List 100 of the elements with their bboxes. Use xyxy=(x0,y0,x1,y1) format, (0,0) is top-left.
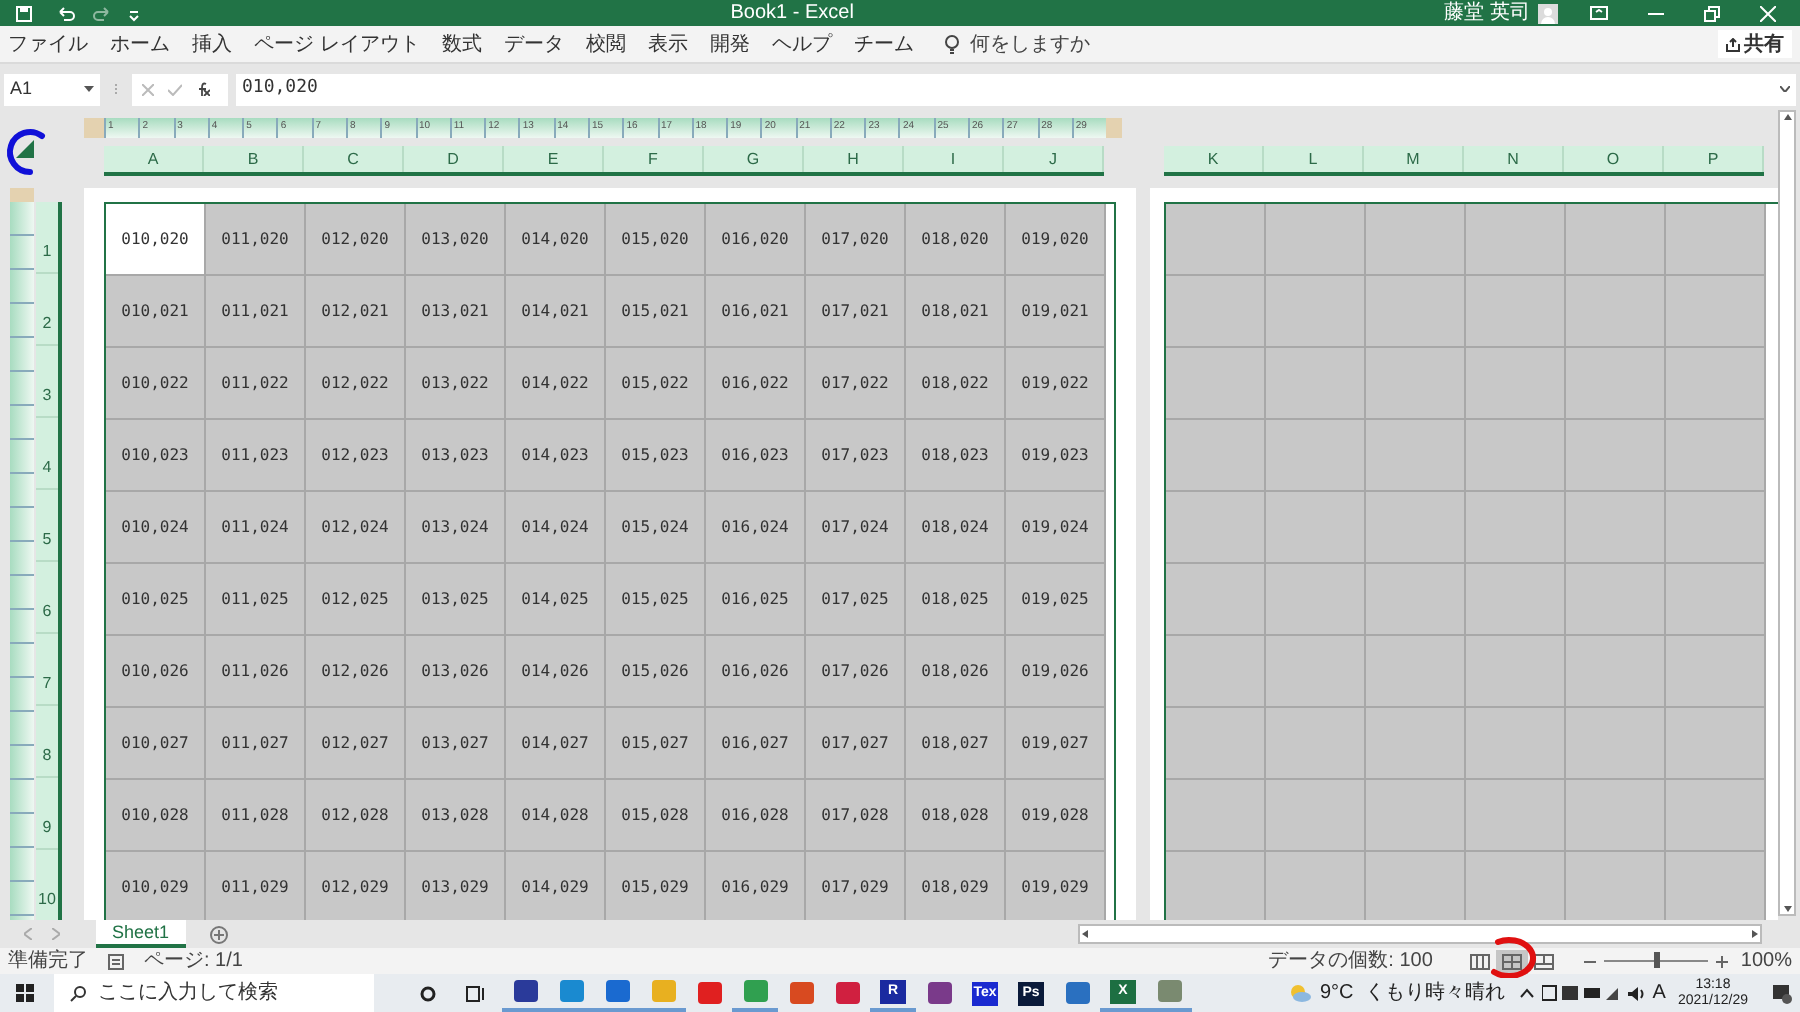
customize-icon[interactable] xyxy=(128,5,140,21)
tell-me-field[interactable]: 何をしますか xyxy=(969,29,1090,59)
column-header[interactable]: M xyxy=(1364,146,1464,172)
share-button[interactable]: 共有 xyxy=(1718,30,1792,58)
table-cell[interactable]: 016,022 xyxy=(706,348,806,420)
table-cell[interactable]: 014,025 xyxy=(506,564,606,636)
table-cell[interactable] xyxy=(1366,492,1466,564)
table-cell[interactable] xyxy=(1666,276,1766,348)
notification-icon[interactable] xyxy=(1772,983,1792,1003)
function-icon[interactable] xyxy=(196,82,210,96)
column-header[interactable]: E xyxy=(504,146,604,172)
table-cell[interactable] xyxy=(1266,276,1366,348)
table-cell[interactable]: 015,027 xyxy=(606,708,706,780)
table-cell[interactable] xyxy=(1366,276,1466,348)
row-header[interactable]: 6 xyxy=(36,562,58,634)
table-cell[interactable] xyxy=(1366,564,1466,636)
table-cell[interactable] xyxy=(1566,276,1666,348)
table-cell[interactable] xyxy=(1666,564,1766,636)
table-cell[interactable] xyxy=(1566,780,1666,852)
row-header[interactable]: 9 xyxy=(36,778,58,850)
table-cell[interactable] xyxy=(1466,708,1566,780)
table-cell[interactable]: 016,020 xyxy=(706,204,806,276)
table-cell[interactable] xyxy=(1566,564,1666,636)
table-cell[interactable]: 010,025 xyxy=(106,564,206,636)
table-cell[interactable] xyxy=(1666,780,1766,852)
table-cell[interactable]: 019,021 xyxy=(1006,276,1106,348)
table-cell[interactable] xyxy=(1166,564,1266,636)
table-cell[interactable]: 018,025 xyxy=(906,564,1006,636)
table-cell[interactable]: 015,028 xyxy=(606,780,706,852)
table-cell[interactable]: 012,028 xyxy=(306,780,406,852)
table-cell[interactable]: 014,027 xyxy=(506,708,606,780)
table-cell[interactable]: 012,022 xyxy=(306,348,406,420)
table-cell[interactable]: 015,026 xyxy=(606,636,706,708)
margin-marker[interactable] xyxy=(1106,118,1122,138)
table-cell[interactable] xyxy=(1566,708,1666,780)
table-cell[interactable] xyxy=(1266,780,1366,852)
table-cell[interactable]: 012,021 xyxy=(306,276,406,348)
taskbar-app[interactable] xyxy=(502,974,548,1012)
table-cell[interactable]: 011,022 xyxy=(206,348,306,420)
column-header[interactable]: I xyxy=(904,146,1004,172)
menu-tab[interactable]: 校閲 xyxy=(585,29,626,59)
table-cell[interactable]: 016,029 xyxy=(706,852,806,920)
table-cell[interactable]: 019,026 xyxy=(1006,636,1106,708)
table-cell[interactable]: 012,020 xyxy=(306,204,406,276)
table-cell[interactable]: 010,027 xyxy=(106,708,206,780)
table-cell[interactable]: 014,029 xyxy=(506,852,606,920)
column-header[interactable]: P xyxy=(1664,146,1764,172)
table-cell[interactable]: 017,029 xyxy=(806,852,906,920)
table-cell[interactable]: 019,024 xyxy=(1006,492,1106,564)
column-header[interactable]: G xyxy=(704,146,804,172)
table-cell[interactable] xyxy=(1166,492,1266,564)
table-cell[interactable]: 013,029 xyxy=(406,852,506,920)
table-cell[interactable] xyxy=(1366,420,1466,492)
table-cell[interactable]: 018,020 xyxy=(906,204,1006,276)
table-cell[interactable]: 011,025 xyxy=(206,564,306,636)
table-cell[interactable]: 017,027 xyxy=(806,708,906,780)
table-cell[interactable]: 015,020 xyxy=(606,204,706,276)
menu-tab[interactable]: ホーム xyxy=(110,29,170,59)
zoom-level[interactable]: 100% xyxy=(1740,951,1792,971)
table-cell[interactable] xyxy=(1166,708,1266,780)
horizontal-scrollbar[interactable] xyxy=(1078,924,1762,944)
table-cell[interactable]: 019,028 xyxy=(1006,780,1106,852)
row-header[interactable]: 10 xyxy=(36,850,58,920)
circle-icon[interactable] xyxy=(420,985,436,1001)
table-cell[interactable]: 018,023 xyxy=(906,420,1006,492)
table-cell[interactable]: 019,020 xyxy=(1006,204,1106,276)
table-cell[interactable]: 013,023 xyxy=(406,420,506,492)
row-header[interactable]: 4 xyxy=(36,418,58,490)
table-cell[interactable]: 018,026 xyxy=(906,636,1006,708)
row-header[interactable]: 2 xyxy=(36,274,58,346)
table-cell[interactable]: 011,028 xyxy=(206,780,306,852)
table-cell[interactable] xyxy=(1666,492,1766,564)
table-cell[interactable]: 011,023 xyxy=(206,420,306,492)
column-header[interactable]: H xyxy=(804,146,904,172)
table-cell[interactable] xyxy=(1566,852,1666,920)
volume-icon[interactable] xyxy=(1628,985,1647,1001)
table-cell[interactable]: 015,022 xyxy=(606,348,706,420)
table-cell[interactable]: 013,020 xyxy=(406,204,506,276)
menu-tab[interactable]: データ xyxy=(503,29,564,59)
table-cell[interactable]: 010,023 xyxy=(106,420,206,492)
menu-tab[interactable]: 数式 xyxy=(441,29,482,59)
table-cell[interactable]: 013,024 xyxy=(406,492,506,564)
table-cell[interactable]: 014,020 xyxy=(506,204,606,276)
column-header[interactable]: A xyxy=(104,146,204,172)
table-cell[interactable] xyxy=(1466,852,1566,920)
table-cell[interactable]: 012,023 xyxy=(306,420,406,492)
name-box[interactable]: A1 xyxy=(4,73,100,105)
column-header[interactable]: F xyxy=(604,146,704,172)
table-cell[interactable]: 010,024 xyxy=(106,492,206,564)
table-cell[interactable]: 018,022 xyxy=(906,348,1006,420)
column-header[interactable]: C xyxy=(304,146,404,172)
table-cell[interactable] xyxy=(1666,204,1766,276)
table-cell[interactable]: 016,028 xyxy=(706,780,806,852)
table-cell[interactable]: 011,021 xyxy=(206,276,306,348)
table-cell[interactable]: 014,028 xyxy=(506,780,606,852)
table-cell[interactable]: 013,027 xyxy=(406,708,506,780)
table-cell[interactable]: 018,024 xyxy=(906,492,1006,564)
table-cell[interactable] xyxy=(1566,492,1666,564)
table-cell[interactable]: 016,025 xyxy=(706,564,806,636)
scroll-down-icon[interactable] xyxy=(1781,902,1793,914)
